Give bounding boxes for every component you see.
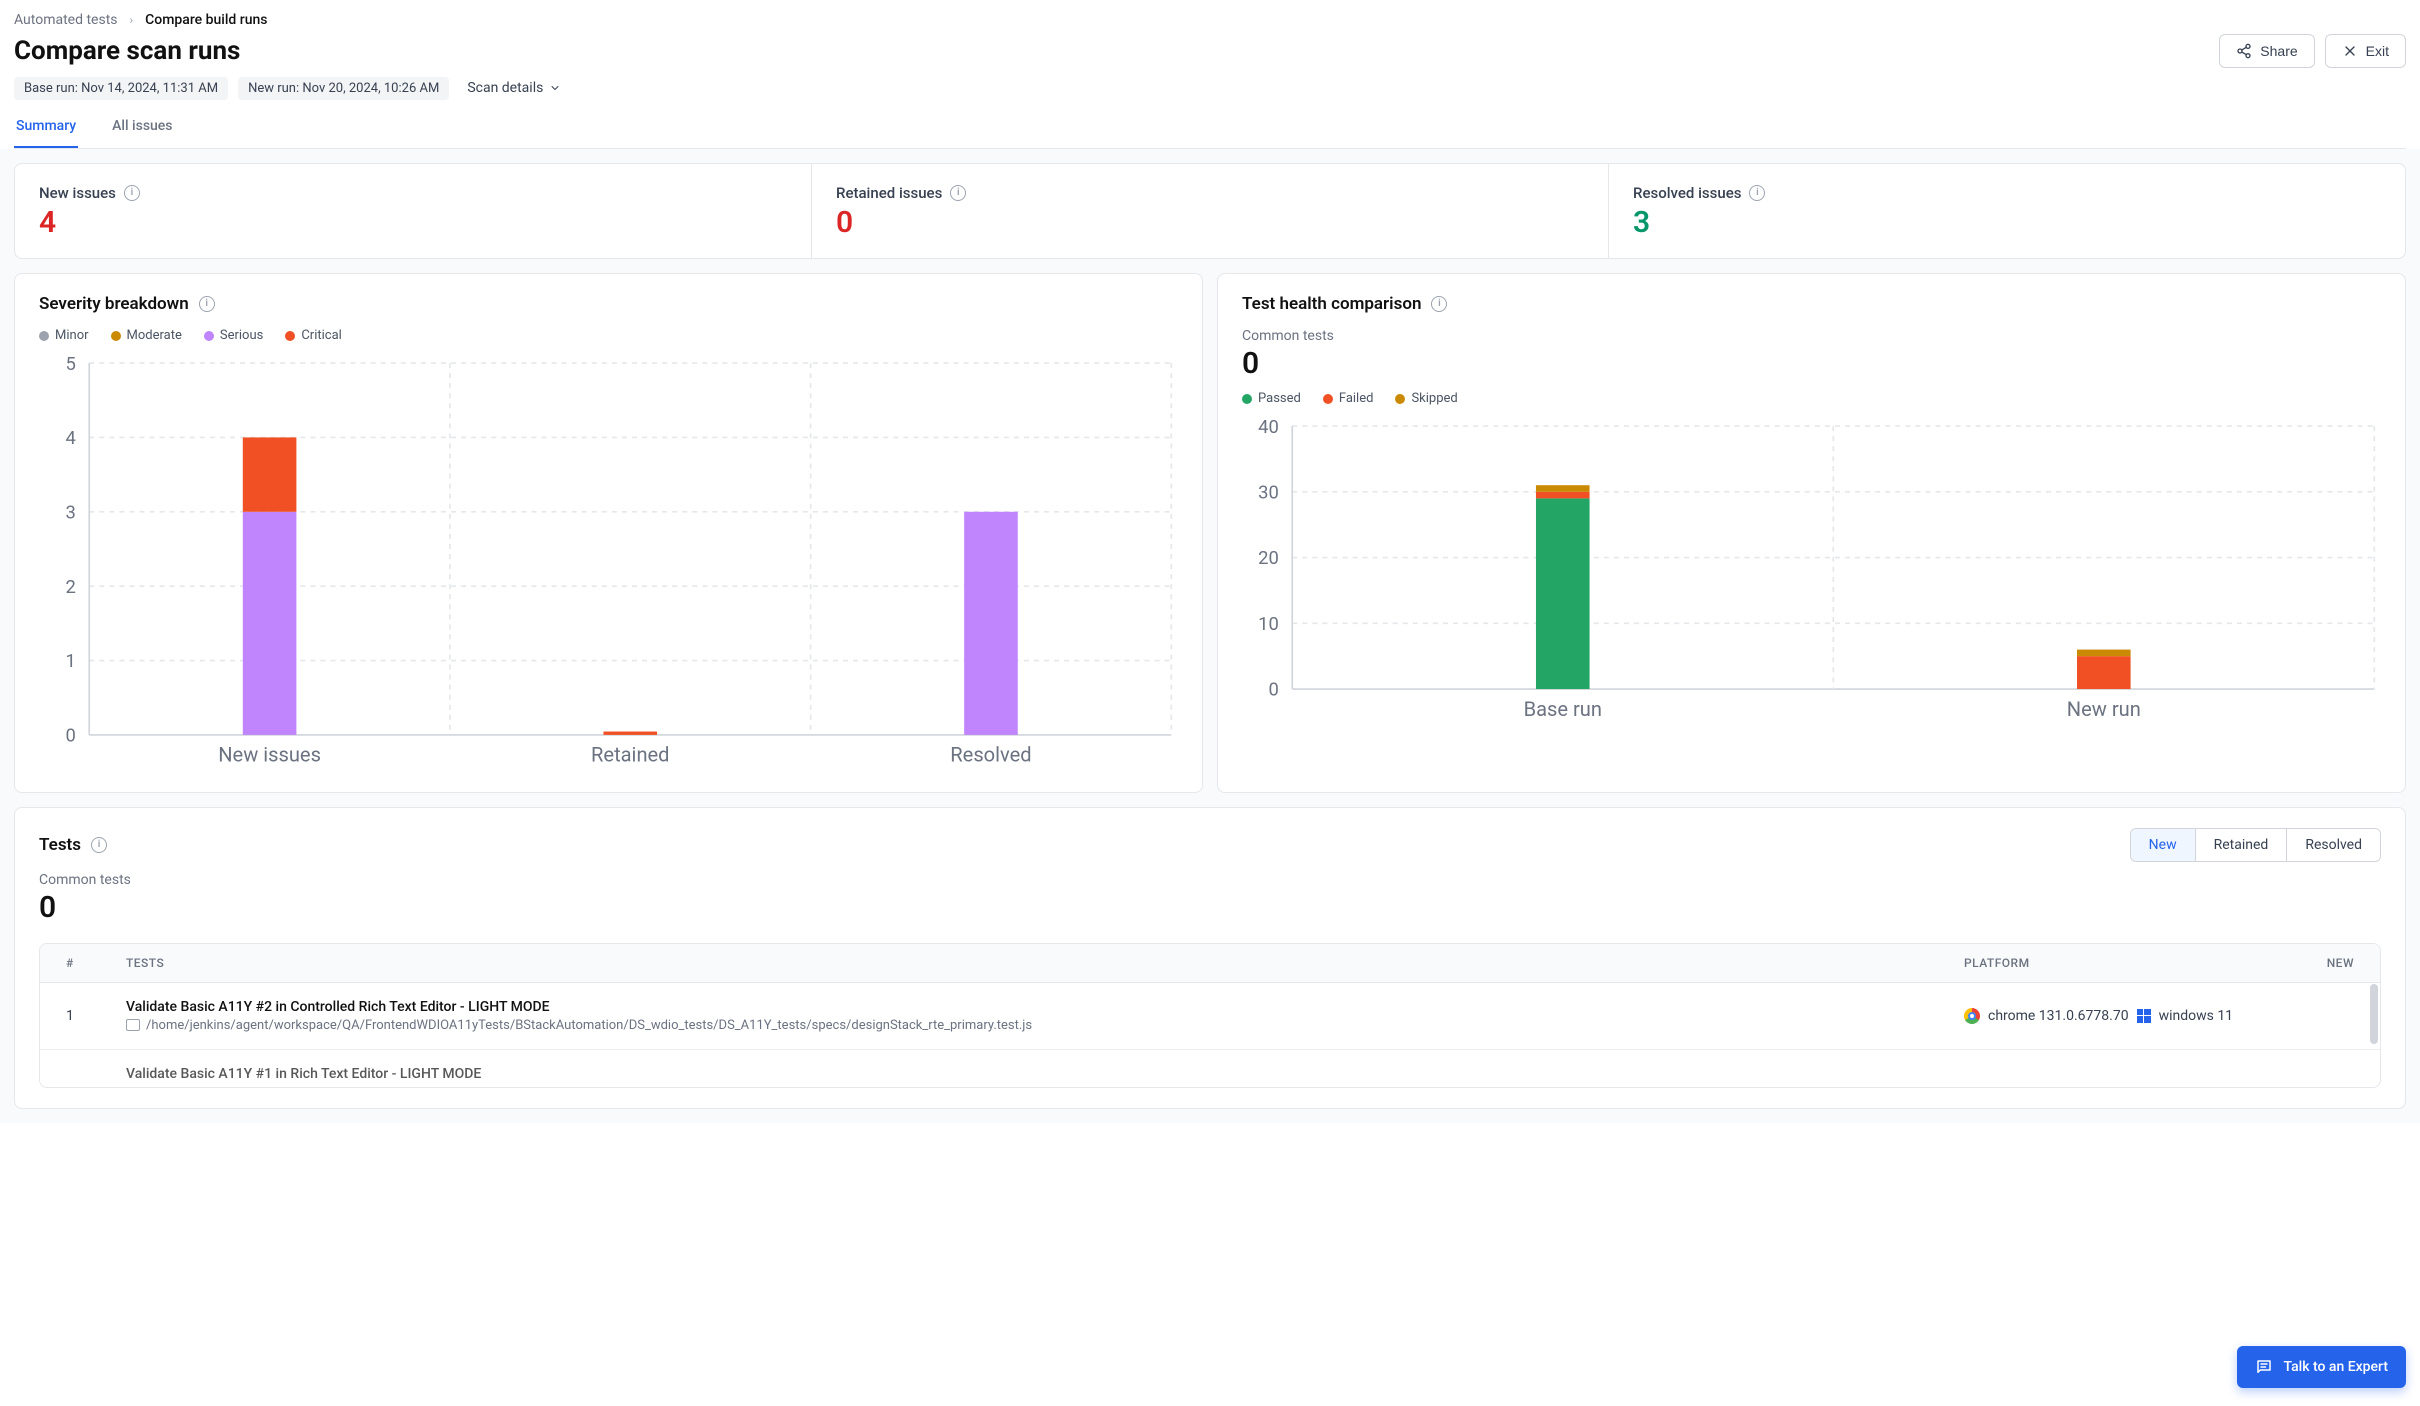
svg-text:Base run: Base run	[1524, 697, 1602, 721]
breadcrumb-root[interactable]: Automated tests	[14, 12, 118, 28]
seg-new[interactable]: New	[2131, 829, 2195, 861]
info-icon[interactable]: i	[124, 185, 140, 201]
seg-resolved[interactable]: Resolved	[2286, 829, 2380, 861]
tests-card: Tests i New Retained Resolved Common tes…	[14, 807, 2406, 1109]
chat-icon	[2255, 1358, 2273, 1376]
page-title: Compare scan runs	[14, 36, 240, 66]
svg-text:3: 3	[65, 502, 75, 523]
severity-legend: Minor Moderate Serious Critical	[39, 328, 1178, 343]
test-name: Validate Basic A11Y #1 in Rich Text Edit…	[126, 1066, 1964, 1082]
test-path: /home/jenkins/agent/workspace/QA/Fronten…	[146, 1018, 1032, 1033]
table-row[interactable]: 1 Validate Basic A11Y #2 in Controlled R…	[40, 982, 2380, 1049]
stat-new-issues: New issues i 4	[15, 164, 811, 258]
scan-details-toggle[interactable]: Scan details	[459, 76, 569, 100]
info-icon[interactable]: i	[950, 185, 966, 201]
svg-text:0: 0	[1268, 680, 1278, 701]
stat-retained-value: 0	[836, 208, 1584, 238]
health-legend: Passed Failed Skipped	[1242, 391, 2381, 406]
dot-icon	[1323, 394, 1333, 404]
svg-text:New issues: New issues	[218, 743, 321, 767]
info-icon[interactable]: i	[91, 837, 107, 853]
chevron-right-icon: ›	[130, 13, 134, 27]
svg-text:0: 0	[65, 726, 75, 747]
test-health-card: Test health comparison i Common tests 0 …	[1217, 273, 2406, 793]
svg-text:2: 2	[65, 577, 75, 598]
folder-icon	[126, 1019, 140, 1031]
seg-retained[interactable]: Retained	[2195, 829, 2287, 861]
base-run-pill: Base run: Nov 14, 2024, 11:31 AM	[14, 77, 228, 100]
info-icon[interactable]: i	[1749, 185, 1765, 201]
close-icon	[2342, 43, 2358, 59]
info-icon[interactable]: i	[199, 296, 215, 312]
chrome-icon	[1964, 1008, 1980, 1024]
new-run-pill: New run: Nov 20, 2024, 10:26 AM	[238, 77, 449, 100]
scrollbar-thumb[interactable]	[2370, 984, 2378, 1044]
tab-summary[interactable]: Summary	[14, 106, 78, 148]
breadcrumb-current: Compare build runs	[145, 12, 267, 28]
svg-text:5: 5	[65, 354, 75, 375]
severity-breakdown-card: Severity breakdown i Minor Moderate Seri…	[14, 273, 1203, 793]
stat-resolved-value: 3	[1633, 208, 2381, 238]
svg-text:4: 4	[65, 428, 75, 449]
svg-text:10: 10	[1258, 614, 1279, 635]
talk-to-expert-button[interactable]: Talk to an Expert	[2237, 1346, 2406, 1388]
dot-icon	[1395, 394, 1405, 404]
dot-icon	[204, 331, 214, 341]
svg-text:30: 30	[1258, 482, 1279, 503]
tab-all-issues[interactable]: All issues	[110, 106, 174, 148]
dot-icon	[111, 331, 121, 341]
table-row[interactable]: Validate Basic A11Y #1 in Rich Text Edit…	[40, 1049, 2380, 1087]
svg-text:New run: New run	[2067, 697, 2141, 721]
chevron-down-icon	[549, 82, 561, 94]
view-tabs: Summary All issues	[14, 106, 2406, 149]
info-icon[interactable]: i	[1431, 296, 1447, 312]
breadcrumb: Automated tests › Compare build runs	[14, 12, 2406, 28]
dot-icon	[285, 331, 295, 341]
tests-filter-segments: New Retained Resolved	[2130, 828, 2381, 862]
table-header: # TESTS PLATFORM NEW	[40, 944, 2380, 982]
tests-common-value: 0	[39, 890, 2381, 925]
stat-retained-issues: Retained issues i 0	[811, 164, 1608, 258]
health-chart: 0 10 20 30 40 Base run New run	[1242, 416, 2381, 726]
share-button[interactable]: Share	[2219, 34, 2314, 68]
share-icon	[2236, 43, 2252, 59]
svg-text:40: 40	[1258, 417, 1279, 438]
dot-icon	[1242, 394, 1252, 404]
test-name: Validate Basic A11Y #2 in Controlled Ric…	[126, 999, 1964, 1015]
issue-stats-card: New issues i 4 Retained issues i 0 Resol…	[14, 163, 2406, 259]
exit-button[interactable]: Exit	[2325, 34, 2406, 68]
windows-icon	[2137, 1009, 2151, 1023]
svg-text:Retained: Retained	[591, 743, 669, 767]
dot-icon	[39, 331, 49, 341]
svg-text:20: 20	[1258, 548, 1279, 569]
stat-new-value: 4	[39, 208, 787, 238]
health-common-value: 0	[1242, 346, 2381, 381]
stat-resolved-issues: Resolved issues i 3	[1608, 164, 2405, 258]
svg-text:Resolved: Resolved	[950, 743, 1031, 767]
severity-chart: 0 1 2 3 4 5 New issues Retained Resolved	[39, 353, 1178, 772]
svg-text:1: 1	[65, 651, 75, 672]
tests-table: # TESTS PLATFORM NEW 1 Validate Basic A1…	[39, 943, 2381, 1088]
